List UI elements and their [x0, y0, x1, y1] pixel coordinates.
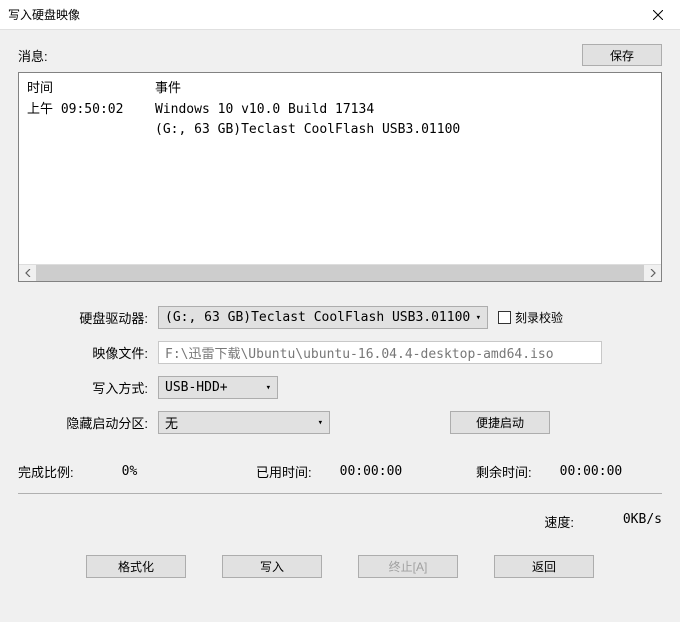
- speed-row: 速度: 0KB/s: [18, 512, 662, 531]
- abort-button: 终止[A]: [358, 555, 458, 578]
- quick-boot-button[interactable]: 便捷启动: [450, 411, 550, 434]
- drive-value: (G:, 63 GB)Teclast CoolFlash USB3.01100: [165, 310, 470, 325]
- log-event-col: 事件 Windows 10 v10.0 Build 17134 (G:, 63 …: [155, 77, 653, 260]
- progress-row: 完成比例: 0% 已用时间: 00:00:00 剩余时间: 00:00:00: [18, 462, 662, 481]
- elapsed-label: 已用时间:: [256, 462, 312, 481]
- chevron-down-icon: ▾: [476, 313, 481, 323]
- log-content: 时间 上午 09:50:02 事件 Windows 10 v10.0 Build…: [19, 73, 661, 264]
- remain-value: 00:00:00: [560, 464, 623, 479]
- log-scrollbar[interactable]: [19, 264, 661, 281]
- window-title: 写入硬盘映像: [8, 6, 80, 23]
- scroll-thumb[interactable]: [36, 265, 644, 281]
- scroll-track[interactable]: [36, 265, 644, 281]
- log-time-header: 时间: [27, 77, 155, 96]
- log-event-header: 事件: [155, 77, 653, 96]
- image-row: 映像文件: F:\迅雷下载\Ubuntu\ubuntu-16.04.4-desk…: [18, 341, 662, 364]
- log-event-cell: Windows 10 v10.0 Build 17134: [155, 100, 653, 120]
- method-row: 写入方式: USB-HDD+ ▾: [18, 376, 662, 399]
- hidden-select[interactable]: 无 ▾: [158, 411, 330, 434]
- chevron-down-icon: ▾: [318, 418, 323, 428]
- form-area: 硬盘驱动器: (G:, 63 GB)Teclast CoolFlash USB3…: [18, 306, 662, 434]
- log-time-col: 时间 上午 09:50:02: [27, 77, 155, 260]
- divider: [18, 493, 662, 494]
- ratio-value: 0%: [122, 464, 138, 479]
- elapsed-value: 00:00:00: [340, 464, 403, 479]
- title-bar: 写入硬盘映像: [0, 0, 680, 30]
- chevron-right-icon: [650, 269, 656, 277]
- write-button[interactable]: 写入: [222, 555, 322, 578]
- method-value: USB-HDD+: [165, 380, 228, 395]
- scroll-right-arrow[interactable]: [644, 265, 661, 281]
- format-button[interactable]: 格式化: [86, 555, 186, 578]
- method-select[interactable]: USB-HDD+ ▾: [158, 376, 278, 399]
- log-time-cell: 上午 09:50:02: [27, 100, 155, 120]
- chevron-down-icon: ▾: [266, 383, 271, 393]
- speed-label: 速度:: [544, 512, 574, 531]
- close-button[interactable]: [635, 0, 680, 30]
- method-label: 写入方式:: [18, 378, 158, 397]
- drive-row: 硬盘驱动器: (G:, 63 GB)Teclast CoolFlash USB3…: [18, 306, 662, 329]
- speed-value: 0KB/s: [604, 512, 662, 531]
- hidden-value: 无: [165, 413, 178, 432]
- scroll-left-arrow[interactable]: [19, 265, 36, 281]
- save-button[interactable]: 保存: [582, 44, 662, 66]
- log-box: 时间 上午 09:50:02 事件 Windows 10 v10.0 Build…: [18, 72, 662, 282]
- content-area: 消息: 保存 时间 上午 09:50:02 事件 Windows 10 v10.…: [0, 30, 680, 622]
- ratio-label: 完成比例:: [18, 462, 74, 481]
- log-event-cell: (G:, 63 GB)Teclast CoolFlash USB3.01100: [155, 120, 653, 140]
- hidden-label: 隐藏启动分区:: [18, 413, 158, 432]
- button-row: 格式化 写入 终止[A] 返回: [18, 555, 662, 578]
- checkbox-box: [498, 311, 511, 324]
- drive-label: 硬盘驱动器:: [18, 308, 158, 327]
- info-row: 消息: 保存: [18, 44, 662, 66]
- chevron-left-icon: [25, 269, 31, 277]
- back-button[interactable]: 返回: [494, 555, 594, 578]
- info-label: 消息:: [18, 46, 48, 65]
- image-value: F:\迅雷下载\Ubuntu\ubuntu-16.04.4-desktop-am…: [165, 343, 554, 362]
- close-icon: [653, 10, 663, 20]
- verify-label: 刻录校验: [515, 309, 563, 326]
- hidden-row: 隐藏启动分区: 无 ▾ 便捷启动: [18, 411, 662, 434]
- image-input[interactable]: F:\迅雷下载\Ubuntu\ubuntu-16.04.4-desktop-am…: [158, 341, 602, 364]
- image-label: 映像文件:: [18, 343, 158, 362]
- verify-checkbox[interactable]: 刻录校验: [498, 309, 563, 326]
- drive-select[interactable]: (G:, 63 GB)Teclast CoolFlash USB3.01100 …: [158, 306, 488, 329]
- remain-label: 剩余时间:: [476, 462, 532, 481]
